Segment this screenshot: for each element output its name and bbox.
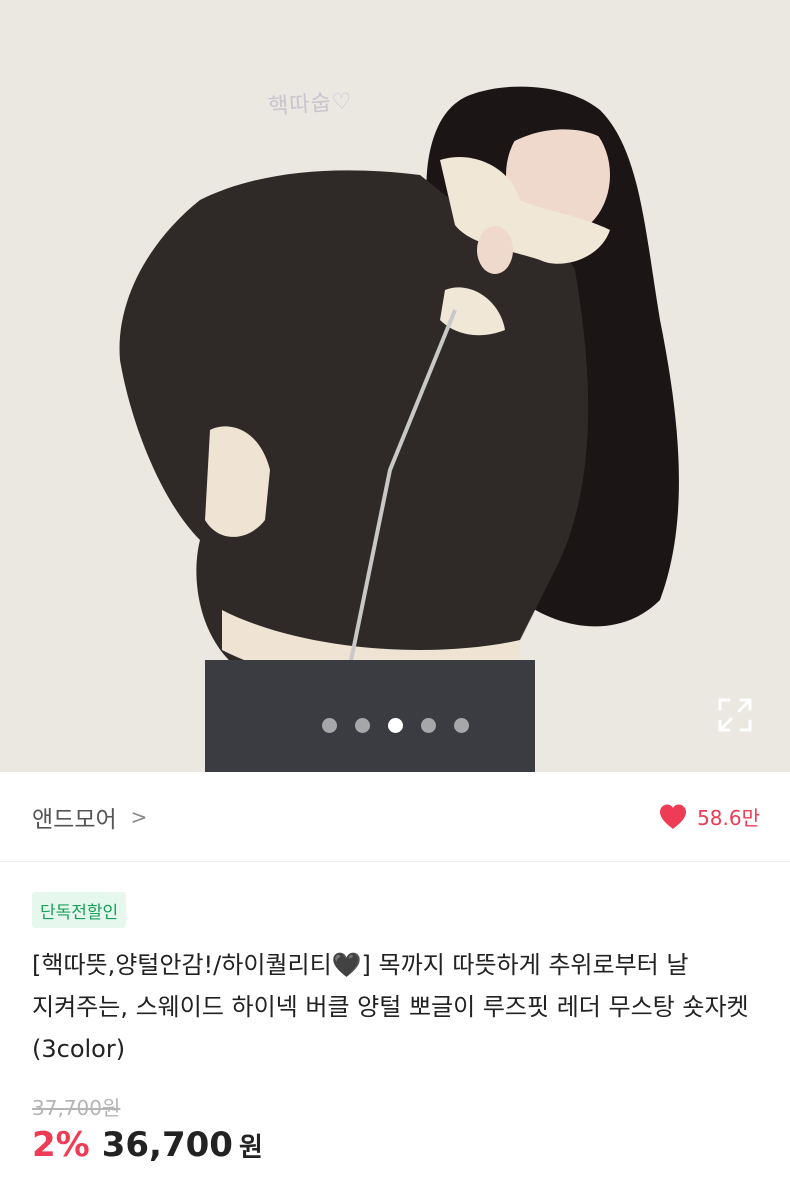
exclusive-discount-badge: 단독전할인 bbox=[32, 892, 127, 928]
carousel-dot[interactable] bbox=[421, 718, 436, 733]
product-title: [핵따뜻,양털안감!/하이퀄리티🖤] 목까지 따뜻하게 추위로부터 날 지켜주는… bbox=[32, 951, 749, 1063]
product-image-carousel[interactable]: 핵따숩♡ bbox=[0, 0, 790, 772]
store-name: 앤드모어 bbox=[32, 806, 117, 833]
original-price: 37,700원 bbox=[32, 1096, 121, 1120]
carousel-dot[interactable] bbox=[322, 718, 337, 733]
store-link[interactable]: 앤드모어 > bbox=[32, 800, 147, 834]
currency-unit: 원 bbox=[238, 1133, 263, 1163]
product-photo bbox=[0, 0, 790, 772]
like-button[interactable]: 58.6만 bbox=[658, 802, 760, 831]
store-row: 앤드모어 > 58.6만 bbox=[0, 772, 790, 862]
handwritten-caption: 핵따숩♡ bbox=[267, 89, 354, 120]
heart-icon bbox=[660, 804, 687, 829]
expand-icon bbox=[718, 698, 752, 732]
carousel-indicator bbox=[322, 718, 469, 733]
likes-count: 58.6만 bbox=[697, 806, 760, 830]
discount-rate: 2% bbox=[32, 1125, 90, 1165]
chevron-right-icon: > bbox=[130, 804, 148, 829]
price-row: 2% 36,700 원 bbox=[32, 1125, 263, 1165]
sale-price: 36,700 bbox=[101, 1125, 233, 1165]
expand-button[interactable] bbox=[717, 697, 753, 733]
carousel-dot[interactable] bbox=[454, 718, 469, 733]
carousel-dot[interactable] bbox=[355, 718, 370, 733]
carousel-dot-active[interactable] bbox=[388, 718, 403, 733]
